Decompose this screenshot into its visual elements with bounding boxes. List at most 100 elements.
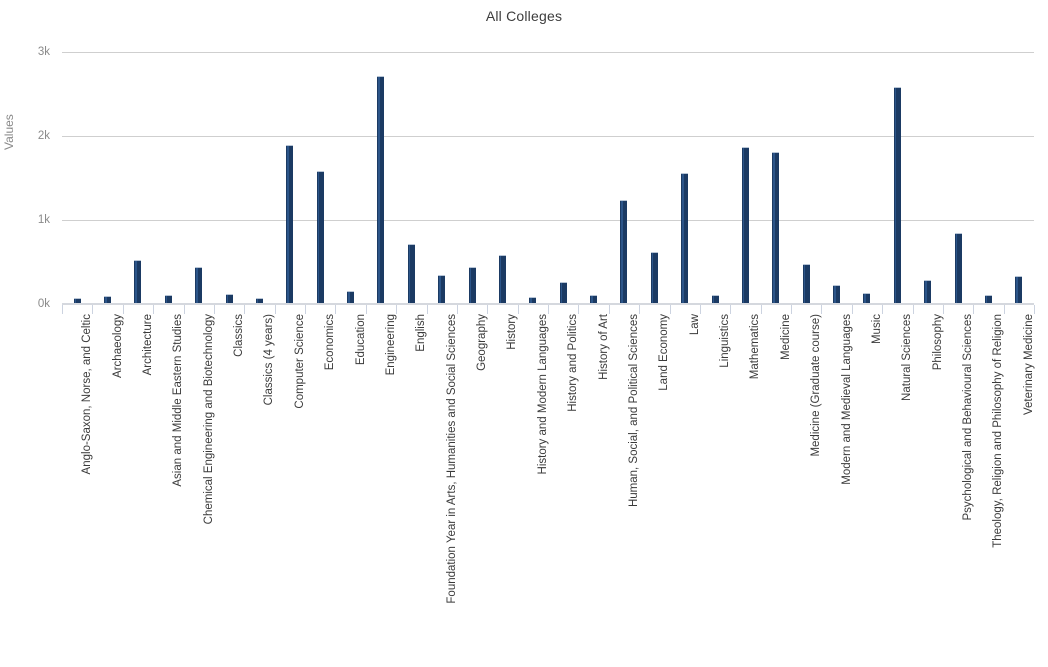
bar-highlight <box>1016 276 1018 304</box>
bar[interactable] <box>833 285 841 304</box>
bar-highlight <box>287 145 289 304</box>
x-axis-tick-label: Veterinary Medicine <box>1022 314 1035 415</box>
bar[interactable] <box>924 280 932 304</box>
bar[interactable] <box>954 233 962 304</box>
bar[interactable] <box>681 172 689 304</box>
x-axis-tick-label: English <box>415 314 428 352</box>
x-axis-tick-label: Land Economy <box>658 314 671 391</box>
x-axis-tick-label: Computer Science <box>293 314 306 409</box>
x-axis-tick <box>548 305 549 314</box>
bar-highlight <box>439 275 441 304</box>
x-axis-tick-label: Human, Social, and Political Sciences <box>627 314 640 508</box>
x-axis-tick-label: Modern and Medieval Languages <box>840 314 853 485</box>
x-axis-tick <box>608 305 610 314</box>
x-axis-tick-labels: Anglo-Saxon, Norse, and Celtic Archaeolog… <box>62 314 1035 664</box>
bar-highlight <box>894 88 897 304</box>
x-axis-tick-label: Law <box>688 314 701 336</box>
x-axis-tick-label: Mathematics <box>749 314 762 380</box>
bar-highlight <box>469 268 472 304</box>
bar-highlight <box>135 261 137 304</box>
gridline <box>62 136 1034 137</box>
bar-highlight <box>408 244 411 304</box>
x-axis-tick <box>244 305 246 314</box>
x-axis-tick-label: Economics <box>324 314 337 371</box>
x-axis-tick <box>92 305 94 314</box>
bar-highlight <box>499 255 502 304</box>
x-axis-tick <box>1003 305 1005 314</box>
y-axis-tick-label: 1k <box>37 214 50 226</box>
bar[interactable] <box>468 267 476 304</box>
x-axis-tick-label: Archaeology <box>111 314 124 378</box>
x-axis-tick-label: Linguistics <box>719 314 732 368</box>
bar[interactable] <box>377 75 385 304</box>
bar-highlight <box>682 173 684 304</box>
plot-area <box>62 45 1034 304</box>
x-axis-tick <box>213 305 215 314</box>
bar-highlight <box>196 268 198 304</box>
x-axis-tick <box>1034 305 1035 314</box>
y-axis-tick-label: 0k <box>37 298 50 310</box>
bar-highlight <box>834 286 836 304</box>
x-axis-tick <box>882 305 884 314</box>
x-axis-tick <box>578 305 580 314</box>
x-axis-tick <box>305 305 306 314</box>
gridline <box>62 220 1034 221</box>
bar-highlight <box>317 172 320 304</box>
bar-highlight <box>773 152 775 304</box>
x-axis-tick-label: Geography <box>476 314 489 371</box>
x-axis-tick <box>942 305 944 314</box>
x-axis-tick-label: Foundation Year in Arts, Humanities and … <box>445 314 458 604</box>
bar-highlight <box>925 281 927 304</box>
x-axis-tick <box>760 305 762 314</box>
x-axis-tick <box>973 305 975 314</box>
bar[interactable] <box>559 281 567 304</box>
bar-highlight <box>742 147 745 304</box>
bar[interactable] <box>195 267 203 304</box>
bar[interactable] <box>802 263 810 304</box>
bar[interactable] <box>772 151 780 304</box>
x-axis-tick <box>335 305 337 314</box>
x-axis-tick-label: Music <box>870 314 883 345</box>
x-axis-tick <box>669 305 671 314</box>
x-axis-ticks <box>62 305 1035 314</box>
x-axis-tick-label: Medicine (Graduate course) <box>810 314 823 457</box>
bar-highlight <box>378 76 380 304</box>
x-axis-tick-label: Anglo-Saxon, Norse, and Celtic <box>81 314 94 475</box>
x-axis-tick-label: History <box>506 314 519 350</box>
bar[interactable] <box>407 243 415 304</box>
x-axis-tick-label: Psychological and Behavioural Sciences <box>962 314 975 521</box>
x-axis-tick <box>396 305 398 314</box>
x-axis-tick <box>730 305 732 314</box>
bar[interactable] <box>134 260 142 304</box>
y-axis-tick-label: 2k <box>37 130 50 142</box>
x-axis-tick-label: History and Modern Languages <box>536 314 549 475</box>
bar[interactable] <box>650 251 658 304</box>
x-axis-tick-label: Philosophy <box>931 314 944 371</box>
x-axis-tick-label: Medicine <box>779 314 792 361</box>
x-axis-tick-label: History and Politics <box>567 314 580 412</box>
x-axis-tick <box>912 305 914 314</box>
x-axis-tick-label: Chemical Engineering and Biotechnology <box>202 314 215 525</box>
bar[interactable] <box>438 274 446 304</box>
x-axis-tick <box>365 305 367 314</box>
chart-title: All Colleges <box>485 8 563 24</box>
x-axis-tick-label: Natural Sciences <box>901 314 914 401</box>
bar[interactable] <box>498 254 506 304</box>
x-axis-tick <box>699 305 701 314</box>
x-axis-tick-label: Asian and Middle Eastern Studies <box>172 314 185 487</box>
bar[interactable] <box>316 171 324 304</box>
bar[interactable] <box>620 199 628 304</box>
bar-highlight <box>621 200 623 304</box>
x-axis-tick-label: Education <box>354 314 367 366</box>
x-axis-tick <box>639 305 641 314</box>
bar[interactable] <box>741 146 749 304</box>
x-axis-tick-label: Classics <box>233 314 246 357</box>
bar-chart: All Colleges Values 0k 1k 2k 3k Anglo-Saxon… <box>0 0 1048 667</box>
bar[interactable] <box>893 87 901 304</box>
y-axis-tick-label: 3k <box>37 46 50 58</box>
bar[interactable] <box>1015 275 1023 304</box>
x-axis-tick <box>274 305 276 314</box>
gridline <box>62 52 1034 53</box>
x-axis-tick <box>851 305 853 314</box>
bar[interactable] <box>286 144 294 304</box>
